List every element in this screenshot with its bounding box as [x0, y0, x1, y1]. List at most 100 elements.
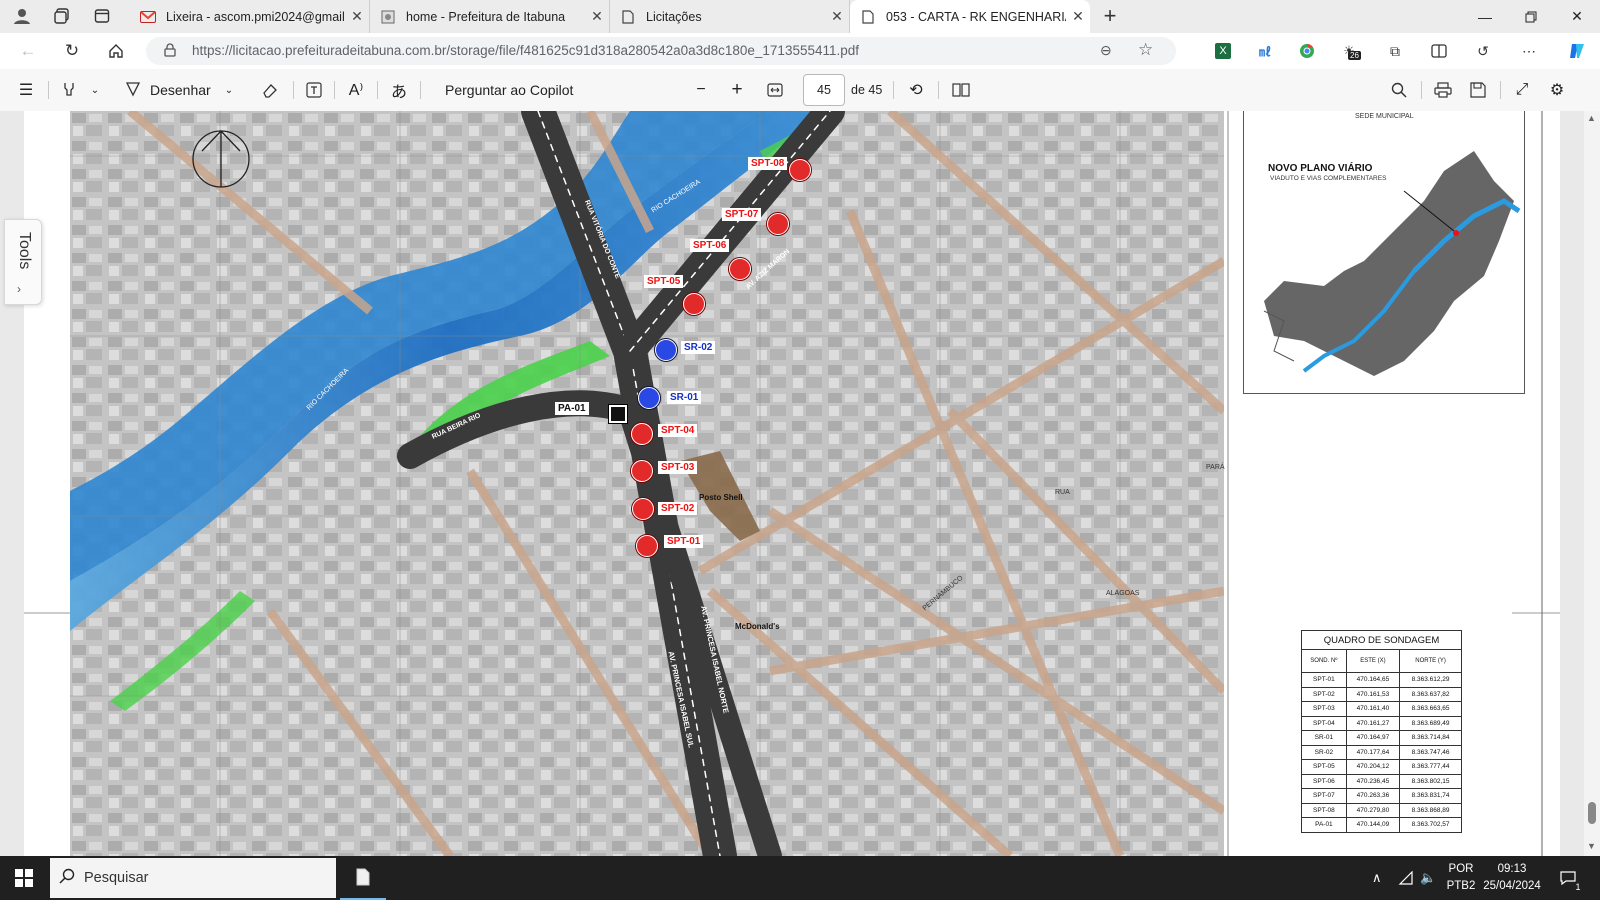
tab-gmail[interactable]: Lixeira - ascom.pmi2024@gmail. ✕	[130, 0, 370, 33]
tab-pdf-active[interactable]: 053 - CARTA - RK ENGENHARIA ✕	[850, 0, 1090, 33]
page-icon	[380, 9, 396, 25]
address-bar: ← ↻ https://licitacao.prefeituradeitabun…	[0, 33, 1600, 69]
tab-prefeitura[interactable]: home - Prefeitura de Itabuna ✕	[370, 0, 610, 33]
save-icon[interactable]	[1465, 78, 1491, 102]
place-label: McDonald's	[735, 622, 780, 631]
taskbar-search-box[interactable]: Pesquisar	[50, 858, 336, 898]
language-indicator[interactable]: POR	[1446, 863, 1476, 875]
close-window-icon[interactable]: ✕	[1554, 0, 1600, 33]
rotate-icon[interactable]: ⟲	[903, 78, 929, 102]
page-total: de 45	[851, 83, 883, 97]
excel-extension-icon[interactable]: X	[1212, 41, 1234, 61]
close-tab-icon[interactable]: ✕	[345, 8, 369, 25]
home-icon[interactable]	[102, 39, 130, 63]
network-icon[interactable]	[1398, 866, 1414, 890]
pdf-icon	[860, 9, 876, 25]
vertical-scrollbar[interactable]: ▲ ▼	[1584, 111, 1600, 856]
chrome-extension-icon[interactable]	[1296, 41, 1318, 61]
lock-icon[interactable]	[164, 43, 176, 62]
page-view-icon[interactable]	[948, 78, 974, 102]
extension-icon[interactable]: ㎖	[1254, 41, 1276, 61]
minimize-icon[interactable]: —	[1462, 0, 1508, 33]
zoom-out-icon[interactable]: −	[688, 78, 714, 102]
more-menu-icon[interactable]: ⋯	[1518, 41, 1540, 61]
url-bar[interactable]: https://licitacao.prefeituradeitabuna.co…	[146, 37, 1176, 65]
scroll-up-icon[interactable]: ▲	[1587, 113, 1596, 123]
highlight-dropdown-icon[interactable]: ⌄	[82, 78, 108, 102]
spt-label: SPT-05	[644, 275, 684, 288]
chevron-right-icon: ›	[17, 282, 21, 296]
clock-date[interactable]: 25/04/2024	[1478, 880, 1546, 892]
restore-icon[interactable]	[1508, 0, 1554, 33]
sr-label: SR-02	[681, 341, 716, 354]
close-tab-icon[interactable]: ✕	[825, 8, 849, 25]
close-tab-icon[interactable]: ✕	[1066, 8, 1090, 25]
tray-chevron-up-icon[interactable]: ∧	[1372, 866, 1382, 890]
ask-copilot-button[interactable]: Perguntar ao Copilot	[445, 78, 573, 102]
profile-icon[interactable]	[10, 5, 34, 27]
zoom-icon[interactable]: ⊖	[1100, 42, 1112, 59]
cell-este: 470.164,97	[1345, 730, 1401, 746]
sr-marker	[655, 339, 677, 361]
table-header: SOND. Nº	[1301, 649, 1347, 673]
highlight-icon[interactable]	[56, 78, 82, 102]
page-number-input[interactable]: 45	[803, 74, 845, 106]
draw-button[interactable]: Desenhar ⌄	[125, 78, 233, 102]
volume-icon[interactable]: 🔈	[1420, 866, 1436, 890]
workspaces-icon[interactable]	[50, 5, 74, 27]
read-aloud-icon[interactable]: A⁾	[343, 78, 369, 102]
fullscreen-icon[interactable]: ⤢	[1509, 78, 1535, 102]
taskbar-app-file[interactable]	[340, 856, 386, 900]
sr-marker	[638, 387, 660, 409]
history-icon[interactable]: ↺	[1472, 41, 1494, 61]
close-tab-icon[interactable]: ✕	[585, 8, 609, 25]
eraser-icon[interactable]	[257, 78, 283, 102]
extensions-puzzle-icon[interactable]: ⧉	[1384, 41, 1406, 61]
tools-panel-tab[interactable]: Tools ›	[4, 219, 42, 305]
scroll-down-icon[interactable]: ▼	[1587, 841, 1596, 851]
inset-locator-map: SEDE MUNICIPAL NOVO PLANO VIÁRIO VIADUTO…	[1243, 111, 1525, 394]
table-header: NORTE (Y)	[1399, 649, 1462, 673]
windows-start-icon[interactable]	[0, 856, 48, 900]
url-text: https://licitacao.prefeituradeitabuna.co…	[192, 43, 860, 58]
tools-label: Tools	[16, 232, 33, 270]
pa-label: PA-01	[555, 402, 589, 415]
pa-marker	[609, 405, 627, 423]
tab-strip: Lixeira - ascom.pmi2024@gmail. ✕ home - …	[0, 0, 1600, 33]
search-icon	[50, 868, 84, 888]
notification-count: 1	[1575, 882, 1581, 892]
refresh-icon[interactable]: ↻	[58, 39, 86, 63]
clock-time[interactable]: 09:13	[1478, 863, 1546, 875]
print-icon[interactable]	[1430, 78, 1456, 102]
text-box-icon[interactable]	[301, 78, 327, 102]
tab-actions-icon[interactable]	[90, 5, 114, 27]
back-icon[interactable]: ←	[14, 39, 42, 63]
cell-norte: 8.363.868,89	[1399, 802, 1462, 818]
keyboard-layout[interactable]: PTB2	[1444, 880, 1478, 892]
spt-marker	[636, 535, 658, 557]
cell-este: 470.236,45	[1345, 773, 1401, 789]
fit-page-icon[interactable]	[762, 78, 788, 102]
cell-id: SR-01	[1301, 730, 1347, 746]
scrollbar-thumb[interactable]	[1588, 802, 1596, 824]
cell-este: 470.263,36	[1345, 788, 1401, 804]
contents-list-icon[interactable]: ☰	[13, 78, 39, 102]
zoom-in-icon[interactable]: +	[724, 78, 750, 102]
translate-icon[interactable]: あ	[386, 78, 412, 102]
street-label: ALAGOAS	[1106, 590, 1140, 597]
copilot-icon[interactable]	[1566, 41, 1588, 61]
cell-id: PA-01	[1301, 817, 1347, 833]
cell-norte: 8.363.689,49	[1399, 715, 1462, 731]
table-header: ESTE (X)	[1345, 649, 1401, 673]
new-tab-icon[interactable]: +	[1098, 3, 1122, 28]
cell-id: SPT-02	[1301, 686, 1347, 702]
settings-gear-icon[interactable]: ⚙	[1544, 78, 1570, 102]
tab-licitacoes[interactable]: Licitações ✕	[610, 0, 850, 33]
search-icon[interactable]	[1386, 78, 1412, 102]
favorite-star-icon[interactable]: ☆	[1138, 40, 1153, 60]
inset-city-shape	[1263, 151, 1521, 376]
cell-este: 470.279,80	[1345, 802, 1401, 818]
split-screen-icon[interactable]	[1428, 41, 1450, 61]
cell-norte: 8.363.747,46	[1399, 744, 1462, 760]
weather-extension-icon[interactable]: ☀ 26	[1338, 41, 1361, 61]
